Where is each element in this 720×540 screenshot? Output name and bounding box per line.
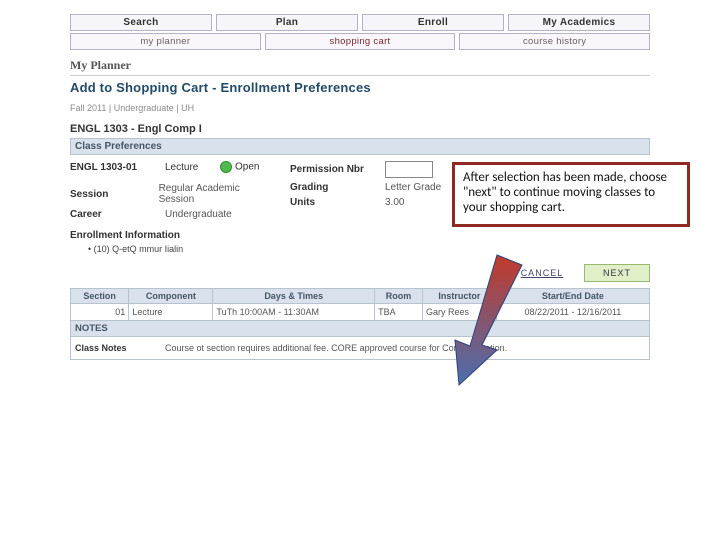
- term-context: Fall 2011 | Undergraduate | UH: [70, 103, 650, 113]
- tab-plan[interactable]: Plan: [216, 14, 358, 31]
- grading-label: Grading: [290, 182, 385, 193]
- course-title: ENGL 1303 - Engl Comp I: [70, 123, 650, 135]
- session-label: Session: [70, 189, 159, 200]
- permission-label: Permission Nbr: [290, 164, 385, 175]
- primary-tabs: Search Plan Enroll My Academics: [70, 14, 650, 31]
- class-component: Lecture: [165, 162, 220, 173]
- cell-component: Lecture: [129, 304, 213, 321]
- class-preferences-bar: Class Preferences: [70, 138, 650, 155]
- schedule-table: Section Component Days & Times Room Inst…: [70, 288, 650, 321]
- col-section: Section: [71, 289, 129, 304]
- instruction-callout: After selection has been made, choose "n…: [452, 162, 690, 227]
- enrollment-info-text: (10) Q-etQ mmur Iialin: [94, 244, 184, 254]
- grading-value: Letter Grade: [385, 182, 441, 193]
- col-component: Component: [129, 289, 213, 304]
- enrollment-info-bullet: • (10) Q-etQ mmur Iialin: [88, 244, 650, 254]
- cell-days: TuTh 10:00AM - 11:30AM: [213, 304, 375, 321]
- notes-row: Class Notes Course ot section requires a…: [70, 337, 650, 360]
- notes-label: Class Notes: [75, 343, 165, 353]
- career-label: Career: [70, 209, 165, 220]
- tab-my-academics[interactable]: My Academics: [508, 14, 650, 31]
- cell-section: 01: [71, 304, 129, 321]
- units-label: Units: [290, 197, 385, 208]
- open-status-icon: [220, 161, 232, 173]
- tab-search[interactable]: Search: [70, 14, 212, 31]
- sub-tabs: my planner shopping cart course history: [70, 33, 650, 50]
- enrollment-info-heading: Enrollment Information: [70, 230, 650, 241]
- status-open: Open: [220, 161, 259, 173]
- session-value: Regular Academic Session: [159, 183, 270, 205]
- table-row: 01 Lecture TuTh 10:00AM - 11:30AM TBA Ga…: [71, 304, 650, 321]
- subtab-course-history[interactable]: course history: [459, 33, 650, 50]
- next-button[interactable]: NEXT: [584, 264, 650, 282]
- action-buttons: CANCEL NEXT: [509, 264, 650, 282]
- tab-enroll[interactable]: Enroll: [362, 14, 504, 31]
- col-room: Room: [375, 289, 423, 304]
- units-value: 3.00: [385, 197, 404, 208]
- planner-heading: My Planner: [70, 58, 650, 76]
- career-value: Undergraduate: [165, 209, 232, 220]
- subtab-shopping-cart[interactable]: shopping cart: [265, 33, 456, 50]
- cell-room: TBA: [375, 304, 423, 321]
- class-code: ENGL 1303-01: [70, 162, 165, 173]
- page-title: Add to Shopping Cart - Enrollment Prefer…: [70, 80, 650, 95]
- col-days: Days & Times: [213, 289, 375, 304]
- notes-header: NOTES: [70, 321, 650, 337]
- callout-arrow-icon: [437, 250, 527, 393]
- status-label: Open: [235, 162, 259, 173]
- permission-input[interactable]: [385, 161, 433, 178]
- subtab-my-planner[interactable]: my planner: [70, 33, 261, 50]
